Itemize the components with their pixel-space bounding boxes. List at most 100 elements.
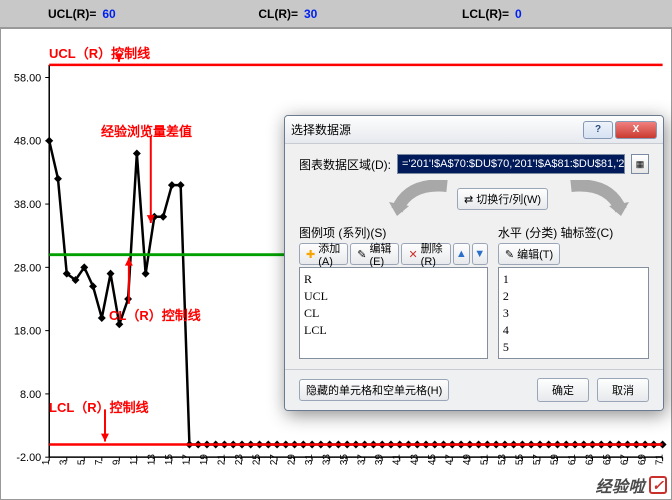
svg-text:9: 9	[111, 459, 122, 465]
svg-text:53: 53	[497, 454, 508, 466]
range-label: 图表数据区域(D):	[299, 156, 391, 173]
list-item[interactable]: 2	[503, 288, 644, 305]
svg-text:35: 35	[339, 454, 350, 466]
svg-text:43: 43	[409, 454, 420, 466]
list-item[interactable]: 1	[503, 271, 644, 288]
delete-label: 删除(R)	[421, 240, 444, 268]
close-icon: X	[633, 124, 640, 135]
move-up-button[interactable]: ▲	[453, 243, 469, 265]
svg-text:-2.00: -2.00	[16, 452, 41, 464]
svg-text:25: 25	[252, 454, 263, 466]
svg-text:51: 51	[479, 454, 490, 466]
svg-text:49: 49	[462, 454, 473, 466]
svg-text:67: 67	[620, 454, 631, 466]
lcl-value: 0	[515, 7, 549, 21]
select-data-source-dialog: 选择数据源 ? X 图表数据区域(D): ='201'!$A$70:$DU$70…	[284, 115, 664, 411]
down-icon: ▼	[474, 248, 485, 260]
control-limits-bar: UCL(R)= 60 CL(R)= 30 LCL(R)= 0	[0, 0, 672, 28]
edit-icon: ✎	[505, 248, 514, 261]
close-button[interactable]: X	[615, 121, 657, 139]
svg-text:63: 63	[585, 454, 596, 466]
svg-text:48.00: 48.00	[14, 136, 41, 148]
add-icon: ✚	[306, 248, 315, 261]
lcl-label: LCL(R)=	[462, 7, 509, 21]
svg-text:69: 69	[637, 454, 648, 466]
svg-text:17: 17	[181, 454, 192, 466]
svg-text:7: 7	[94, 459, 105, 465]
list-item[interactable]: 4	[503, 322, 644, 339]
range-picker-button[interactable]: ▦	[631, 154, 649, 174]
svg-text:28.00: 28.00	[14, 262, 41, 274]
hidden-cells-label: 隐藏的单元格和空单元格(H)	[306, 382, 442, 398]
range-input[interactable]: ='201'!$A$70:$DU$70,'201'!$A$81:$DU$81,'…	[397, 154, 625, 174]
edit-icon: ✎	[357, 248, 366, 261]
svg-text:21: 21	[216, 454, 227, 466]
up-icon: ▲	[456, 248, 467, 260]
dialog-titlebar[interactable]: 选择数据源 ? X	[285, 116, 663, 144]
move-down-button[interactable]: ▼	[472, 243, 488, 265]
svg-text:41: 41	[392, 454, 403, 466]
series-listbox[interactable]: RUCLCLLCL	[299, 267, 488, 359]
watermark: 经验啦 ✓	[595, 473, 667, 497]
svg-text:23: 23	[234, 454, 245, 466]
svg-text:33: 33	[322, 454, 333, 466]
svg-text:47: 47	[444, 454, 455, 466]
edit-axis-label: 编辑(T)	[517, 246, 553, 262]
svg-text:58.00: 58.00	[14, 72, 41, 84]
svg-text:45: 45	[427, 454, 438, 466]
svg-text:55: 55	[514, 454, 525, 466]
swap-label: 切换行/列(W)	[476, 191, 541, 207]
watermark-text: 经验啦	[595, 473, 645, 497]
svg-text:57: 57	[532, 454, 543, 466]
hidden-cells-button[interactable]: 隐藏的单元格和空单元格(H)	[299, 379, 449, 401]
ok-label: 确定	[552, 382, 574, 398]
ucl-label: UCL(R)=	[48, 7, 96, 21]
cl-label: CL(R)=	[258, 7, 298, 21]
ok-button[interactable]: 确定	[537, 378, 589, 402]
list-item[interactable]: LCL	[304, 322, 483, 339]
list-item[interactable]: UCL	[304, 288, 483, 305]
svg-text:13: 13	[146, 454, 157, 466]
swap-icon: ⇄	[464, 193, 473, 206]
range-value: ='201'!$A$70:$DU$70,'201'!$A$81:$DU$81,'…	[402, 158, 625, 170]
svg-text:31: 31	[304, 454, 315, 466]
svg-text:29: 29	[287, 454, 298, 466]
axis-header: 水平 (分类) 轴标签(C)	[498, 224, 649, 241]
axis-listbox[interactable]: 12345	[498, 267, 649, 359]
svg-text:3: 3	[59, 459, 70, 465]
svg-text:18.00: 18.00	[14, 326, 41, 338]
svg-text:5: 5	[76, 459, 87, 465]
svg-text:1: 1	[41, 459, 52, 465]
list-item[interactable]: 3	[503, 305, 644, 322]
series-header: 图例项 (系列)(S)	[299, 224, 488, 241]
ucl-value: 60	[102, 7, 136, 21]
add-series-button[interactable]: ✚添加(A)	[299, 243, 348, 265]
cancel-label: 取消	[612, 382, 634, 398]
edit-label: 编辑(E)	[369, 240, 392, 268]
delete-series-button[interactable]: ✕ 删除(R)	[401, 243, 451, 265]
list-item[interactable]: 5	[503, 339, 644, 356]
cl-value: 30	[304, 7, 338, 21]
svg-text:65: 65	[602, 454, 613, 466]
delete-icon: ✕	[408, 248, 417, 261]
svg-text:19: 19	[199, 454, 210, 466]
svg-text:27: 27	[269, 454, 280, 466]
svg-text:38.00: 38.00	[14, 199, 41, 211]
svg-text:15: 15	[164, 454, 175, 466]
cancel-button[interactable]: 取消	[597, 378, 649, 402]
edit-series-button[interactable]: ✎编辑(E)	[350, 243, 399, 265]
help-button[interactable]: ?	[583, 121, 613, 139]
edit-axis-button[interactable]: ✎编辑(T)	[498, 243, 560, 265]
add-label: 添加(A)	[318, 240, 341, 268]
list-item[interactable]: R	[304, 271, 483, 288]
switch-row-col-button[interactable]: ⇄ 切换行/列(W)	[457, 188, 548, 210]
list-item[interactable]: CL	[304, 305, 483, 322]
dialog-title: 选择数据源	[291, 121, 581, 138]
svg-text:11: 11	[129, 454, 140, 465]
check-icon: ✓	[649, 476, 667, 494]
svg-text:61: 61	[567, 454, 578, 466]
svg-text:39: 39	[374, 454, 385, 466]
svg-text:71: 71	[655, 454, 666, 466]
svg-text:37: 37	[357, 454, 368, 466]
svg-text:59: 59	[549, 454, 560, 466]
